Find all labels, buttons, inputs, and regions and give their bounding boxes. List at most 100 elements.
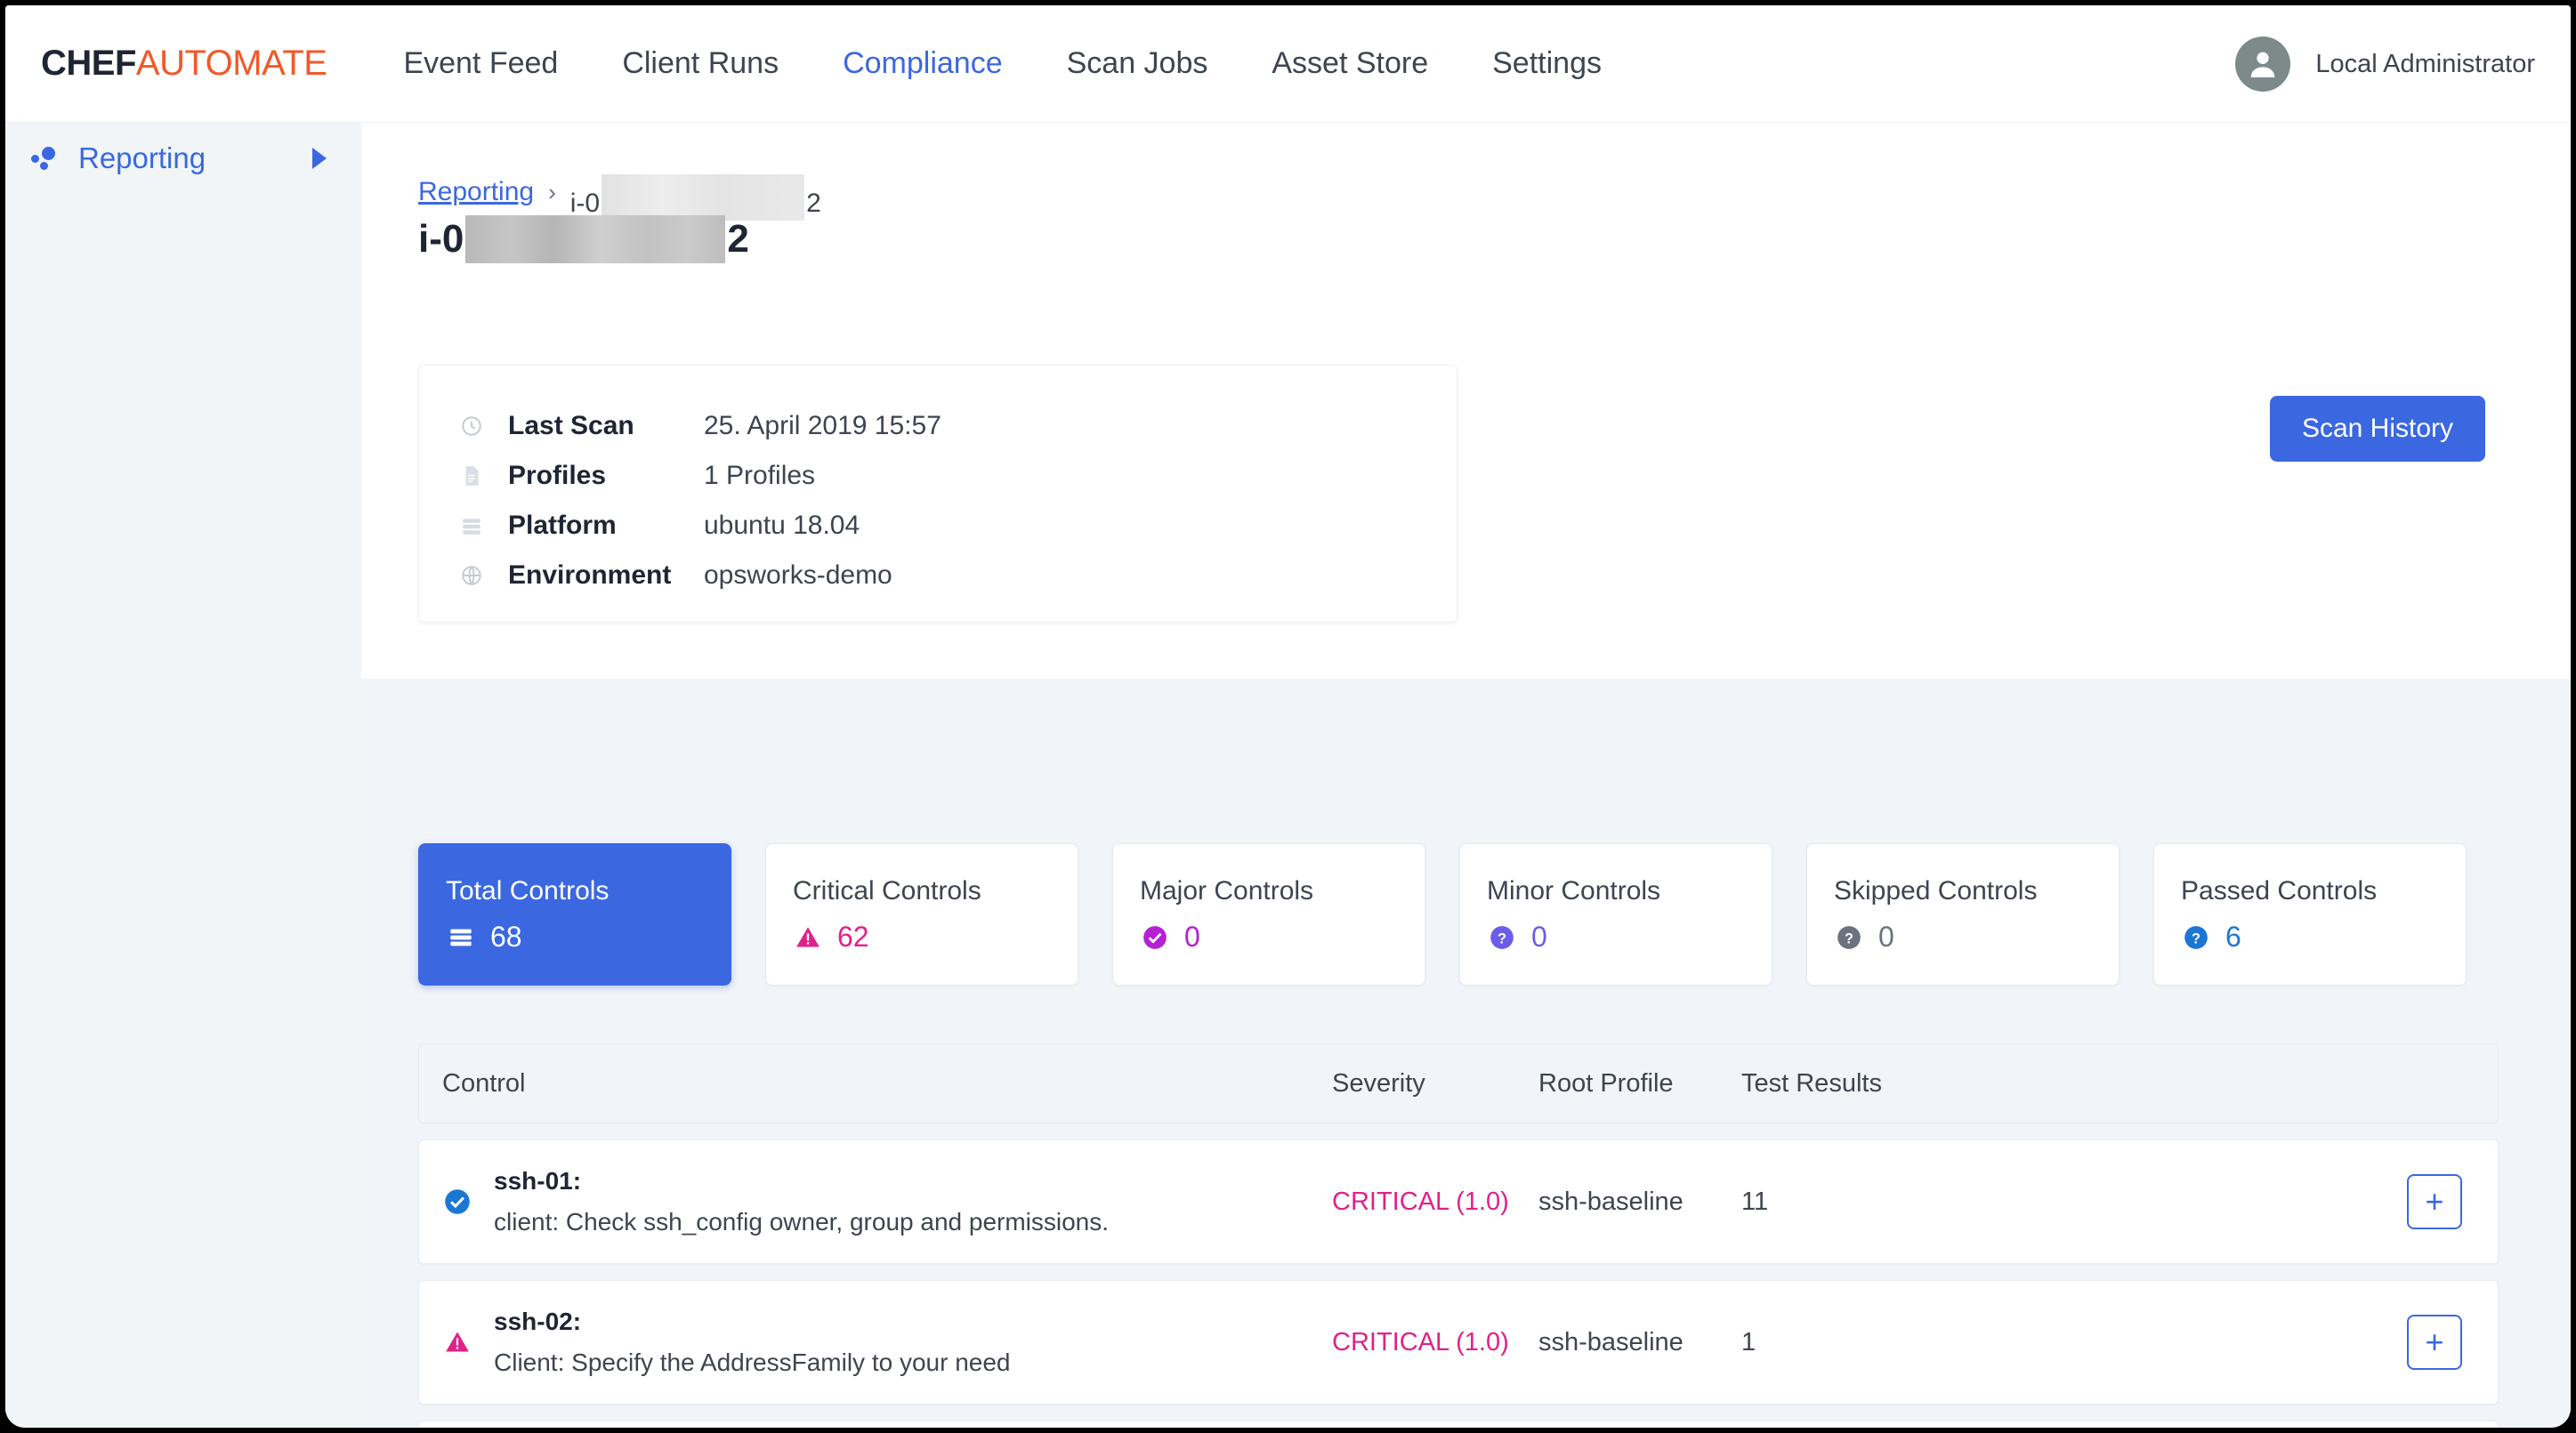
severity-cell: CRITICAL (1.0) — [1332, 1327, 1509, 1357]
reporting-dots-icon — [30, 143, 61, 173]
control-cell: ssh-02: Client: Specify the AddressFamil… — [494, 1308, 1332, 1377]
info-row-platform: Platform ubuntu 18.04 — [419, 501, 1457, 551]
stat-card-title: Major Controls — [1140, 876, 1314, 906]
control-description: Client: Specify the AddressFamily to you… — [494, 1348, 1011, 1376]
stat-card-title: Critical Controls — [793, 876, 981, 906]
breadcrumb-current-prefix: i-0 — [569, 189, 601, 218]
svg-text:?: ? — [1498, 930, 1506, 946]
caret-right-icon[interactable] — [310, 148, 329, 169]
control-id: ssh-02: — [494, 1308, 582, 1335]
control-id: ssh-01: — [494, 1167, 582, 1195]
stat-card-major-controls[interactable]: Major Controls 0 — [1112, 843, 1425, 986]
stat-card-skipped-controls[interactable]: Skipped Controls ? 0 — [1806, 843, 2120, 986]
info-row-last-scan: Last Scan 25. April 2019 15:57 — [419, 401, 1457, 451]
info-value-last-scan: 25. April 2019 15:57 — [704, 411, 941, 440]
user-avatar-icon — [2251, 52, 2275, 77]
scan-history-button[interactable]: Scan History — [2269, 396, 2485, 462]
info-value-environment: opsworks-demo — [704, 560, 892, 590]
stat-card-row: Total Controls 68 Critical Controls 62 M… — [418, 843, 2500, 986]
severity-cell: CRITICAL (1.0) — [1332, 1187, 1509, 1216]
warning-triangle-icon — [442, 1330, 472, 1355]
svg-text:?: ? — [1845, 930, 1853, 946]
node-info-card: Last Scan 25. April 2019 15:57 Profiles … — [418, 365, 1458, 623]
sidebar-item-reporting[interactable]: Reporting — [5, 123, 361, 194]
user-name-label: Local Administrator — [2315, 49, 2535, 78]
breadcrumb-current: i-0 2 — [569, 165, 821, 221]
controls-section: Total Controls 68 Critical Controls 62 M… — [361, 679, 2571, 1428]
expand-row-button[interactable]: + — [2407, 1315, 2462, 1370]
page-hero: Reporting › i-0 2 i-0 2 Scan History Las… — [361, 123, 2571, 679]
top-navigation-bar: CHEFAUTOMATE Event Feed Client Runs Comp… — [5, 5, 2571, 123]
expand-row-button[interactable]: + — [2407, 1174, 2462, 1229]
table-row[interactable]: ssh-03: Client: Specify expected ssh por… — [418, 1421, 2499, 1428]
stat-card-title: Minor Controls — [1487, 876, 1661, 906]
stat-card-value: 62 — [837, 921, 869, 953]
stat-card-value: 0 — [1531, 921, 1547, 953]
nav-item-settings[interactable]: Settings — [1492, 46, 1602, 81]
page-title-prefix: i-0 — [418, 217, 464, 261]
test-results-cell: 11 — [1741, 1187, 1769, 1216]
table-header-row: Control Severity Root Profile Test Resul… — [418, 1043, 2499, 1123]
info-label-last-scan: Last Scan — [508, 411, 634, 440]
nav-item-compliance[interactable]: Compliance — [843, 46, 1003, 81]
table-row[interactable]: ssh-01: client: Check ssh_config owner, … — [418, 1139, 2499, 1264]
info-label-platform: Platform — [508, 511, 617, 540]
info-row-environment: Environment opsworks-demo — [419, 551, 1457, 600]
globe-icon — [456, 564, 487, 587]
stat-card-title: Total Controls — [446, 876, 610, 906]
nav-item-asset-store[interactable]: Asset Store — [1272, 46, 1428, 81]
sidebar-item-label: Reporting — [78, 141, 206, 174]
nav-item-client-runs[interactable]: Client Runs — [622, 46, 779, 81]
main-content: Reporting › i-0 2 i-0 2 Scan History Las… — [361, 123, 2571, 1428]
table-row[interactable]: ssh-02: Client: Specify the AddressFamil… — [418, 1280, 2499, 1405]
info-value-profiles: 1 Profiles — [704, 461, 816, 490]
stat-card-title: Skipped Controls — [1834, 876, 2038, 906]
logo-chef-text: CHEF — [41, 44, 136, 83]
info-value-platform: ubuntu 18.04 — [704, 511, 860, 540]
list-icon — [446, 922, 476, 953]
stat-card-passed-controls[interactable]: Passed Controls ? 6 — [2153, 843, 2467, 986]
stat-card-value: 0 — [1878, 921, 1894, 953]
redacted-node-id — [602, 174, 805, 221]
document-icon — [456, 464, 487, 487]
page-title: i-0 2 — [418, 215, 749, 263]
info-row-profiles: Profiles 1 Profiles — [419, 451, 1457, 501]
stat-card-total-controls[interactable]: Total Controls 68 — [418, 843, 731, 986]
control-description: client: Check ssh_config owner, group an… — [494, 1208, 1110, 1236]
stat-card-minor-controls[interactable]: Minor Controls ? 0 — [1459, 843, 1773, 986]
question-circle-icon: ? — [1834, 922, 1864, 953]
sidebar: Reporting — [5, 123, 361, 1428]
stat-card-critical-controls[interactable]: Critical Controls 62 — [765, 843, 1078, 986]
app-logo[interactable]: CHEFAUTOMATE — [41, 44, 327, 84]
stat-card-value: 0 — [1184, 921, 1200, 953]
question-circle-icon: ? — [2181, 922, 2211, 953]
nav-item-event-feed[interactable]: Event Feed — [403, 46, 558, 81]
question-circle-icon: ? — [1487, 922, 1517, 953]
svg-text:?: ? — [2192, 930, 2201, 946]
stat-card-title: Passed Controls — [2181, 876, 2378, 906]
stat-card-value: 68 — [490, 921, 522, 953]
check-circle-icon — [1140, 922, 1170, 953]
controls-table: Control Severity Root Profile Test Resul… — [418, 1043, 2499, 1428]
server-icon — [456, 514, 487, 537]
nav-item-scan-jobs[interactable]: Scan Jobs — [1067, 46, 1208, 81]
nav-links: Event Feed Client Runs Compliance Scan J… — [403, 46, 1666, 81]
page-title-suffix: 2 — [727, 217, 749, 261]
logo-automate-text: AUTOMATE — [135, 44, 327, 83]
root-profile-cell: ssh-baseline — [1538, 1187, 1684, 1216]
check-circle-icon — [442, 1188, 472, 1215]
control-cell: ssh-01: client: Check ssh_config owner, … — [494, 1167, 1332, 1236]
warning-triangle-icon — [793, 922, 823, 953]
info-label-environment: Environment — [508, 560, 672, 590]
root-profile-cell: ssh-baseline — [1538, 1327, 1684, 1357]
breadcrumb-link-reporting[interactable]: Reporting — [418, 177, 534, 207]
column-header-control: Control — [442, 1068, 526, 1098]
column-header-severity: Severity — [1332, 1068, 1425, 1098]
breadcrumb-current-suffix: 2 — [806, 189, 821, 218]
breadcrumb-separator: › — [548, 178, 556, 205]
info-label-profiles: Profiles — [508, 461, 607, 490]
app-window: CHEFAUTOMATE Event Feed Client Runs Comp… — [5, 5, 2571, 1428]
user-menu[interactable]: Local Administrator — [2235, 5, 2535, 123]
column-header-root-profile: Root Profile — [1538, 1068, 1674, 1098]
test-results-cell: 1 — [1741, 1327, 1756, 1357]
